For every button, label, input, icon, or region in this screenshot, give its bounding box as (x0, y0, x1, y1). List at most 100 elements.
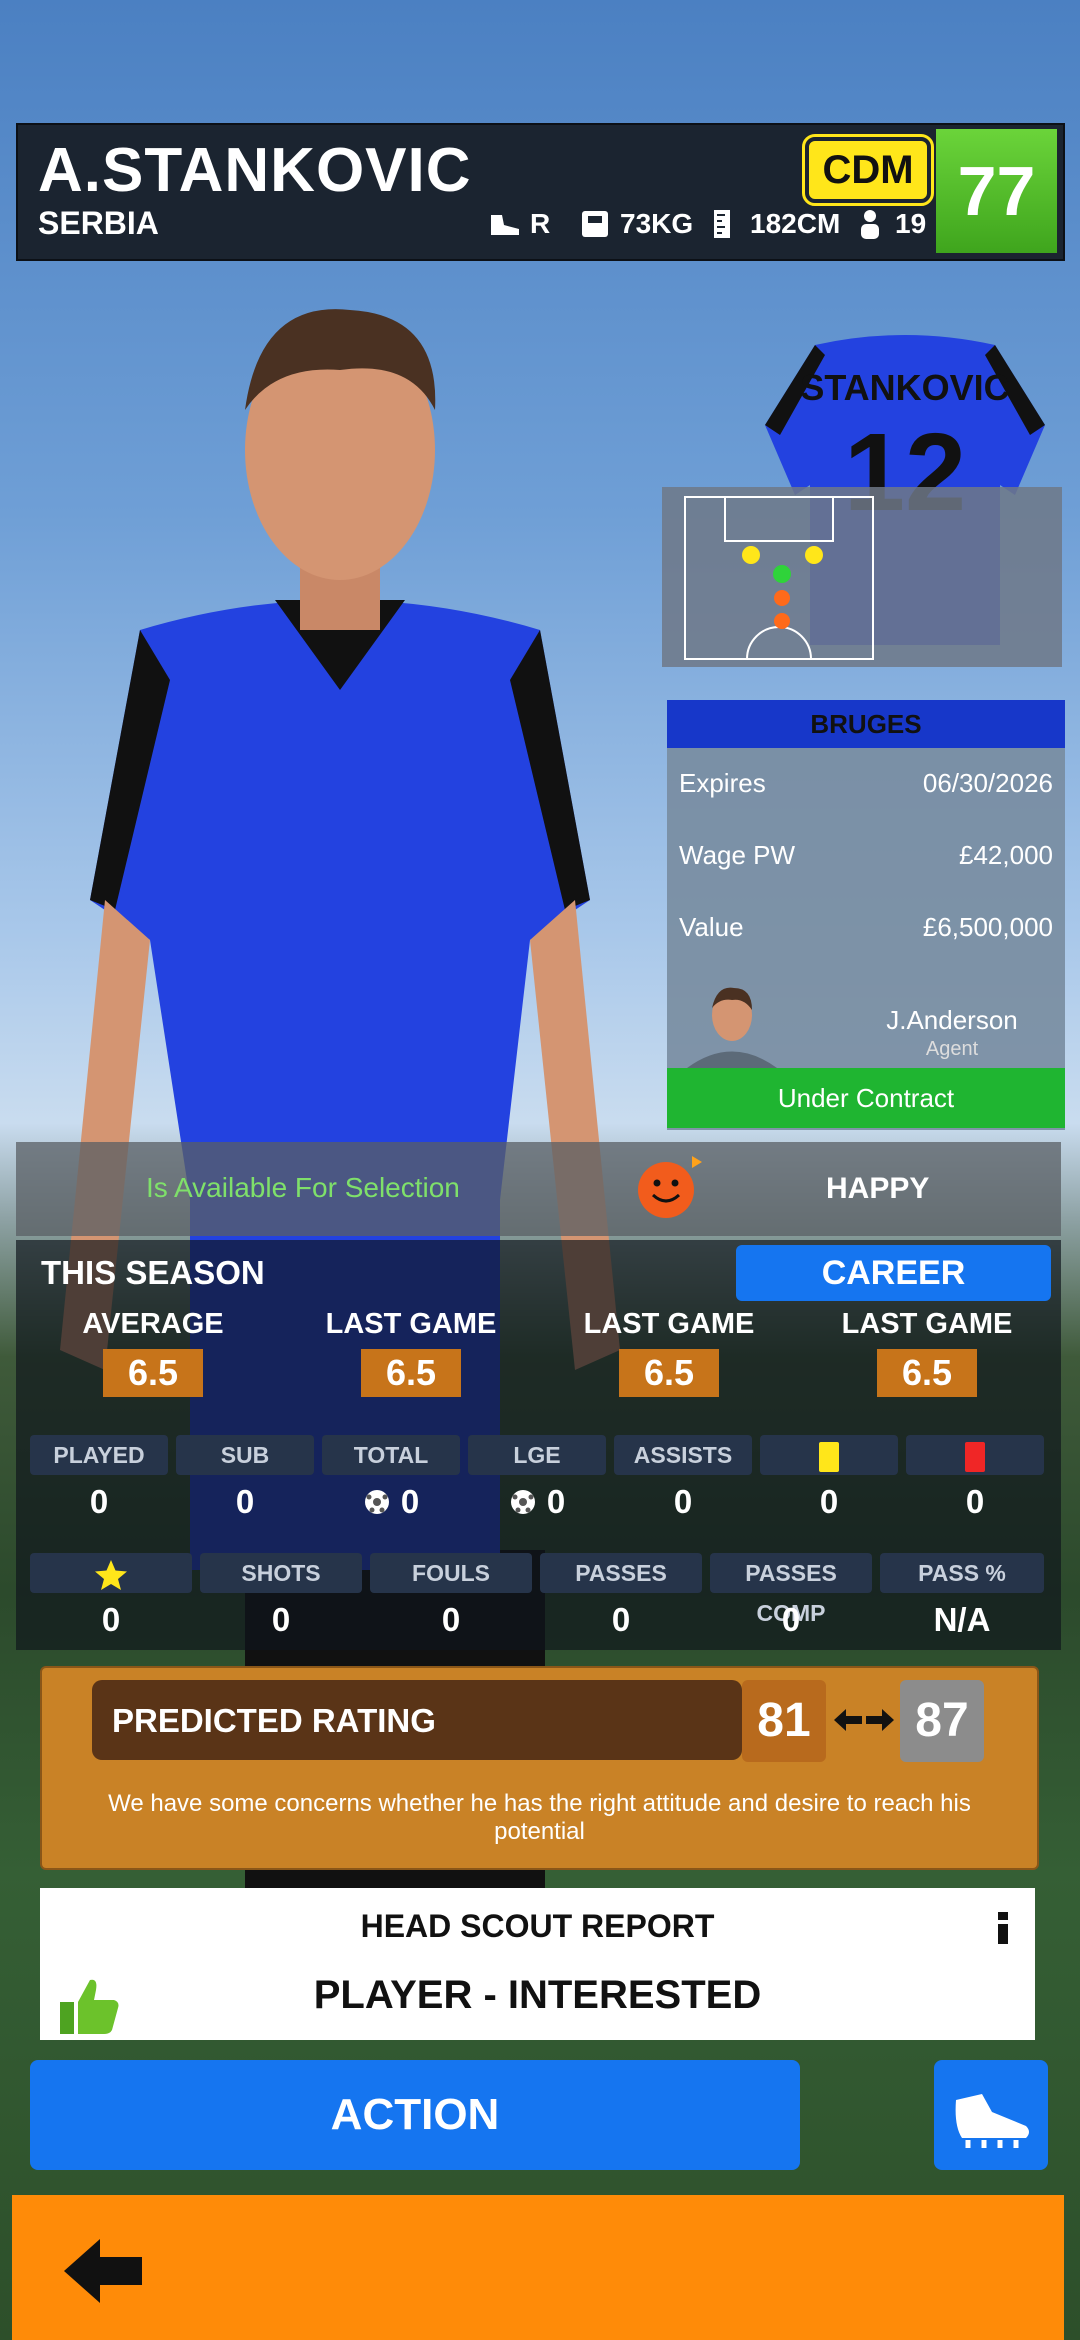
rating-value: 6.5 (361, 1349, 461, 1397)
stat-league-goals: LGE 0 (468, 1435, 606, 1527)
predicted-rating-high: 87 (900, 1680, 984, 1762)
rating-value: 6.5 (619, 1349, 719, 1397)
value-value: £6,500,000 (922, 912, 1053, 942)
stat-value: 0 (235, 1483, 255, 1520)
rating-last-game: LAST GAME 6.5 (798, 1308, 1056, 1397)
predicted-rating-low: 81 (742, 1680, 826, 1762)
stat-label: SUB (176, 1435, 314, 1475)
expires-label: Expires (679, 768, 766, 798)
football-boot-icon (955, 2094, 1029, 2148)
age-info: 19 (853, 207, 926, 241)
rating-average: AVERAGE 6.5 (24, 1308, 282, 1397)
player-name: A.STANKOVIC (38, 136, 472, 205)
stat-star-rating: 0 (30, 1553, 192, 1645)
star-icon (95, 1559, 127, 1590)
mood-label: HAPPY (826, 1172, 930, 1205)
scout-report-title: HEAD SCOUT REPORT (360, 1908, 715, 1944)
stat-value: 0 (965, 1483, 985, 1520)
player-header: A.STANKOVIC SERBIA R 73KG 182CM 19 CDM 7… (16, 123, 1065, 261)
rating-value: 6.5 (877, 1349, 977, 1397)
weight-info: 73KG (578, 207, 693, 241)
position-dot-yellow (805, 546, 823, 564)
stat-label: PASS % (880, 1553, 1044, 1593)
rating-label: LAST GAME (583, 1308, 755, 1340)
stat-value: 0 (89, 1483, 109, 1520)
season-title: THIS SEASON (41, 1254, 265, 1291)
height-value: 182CM (750, 208, 841, 239)
stat-value: 0 (673, 1483, 693, 1520)
rating-value: 6.5 (103, 1349, 203, 1397)
contract-wage-row: Wage PW £42,000 (679, 840, 1053, 871)
weight-value: 73KG (620, 208, 694, 239)
stat-value: 0 (400, 1483, 420, 1520)
boot-icon (491, 215, 519, 235)
contract-card[interactable]: BRUGES Expires 06/30/2026 Wage PW £42,00… (667, 700, 1065, 1130)
rating-label: LAST GAME (841, 1308, 1013, 1340)
season-stats-panel: THIS SEASON CAREER AVERAGE 6.5 LAST GAME… (16, 1240, 1061, 1650)
position-dot-yellow (742, 546, 760, 564)
info-icon[interactable] (995, 1910, 1011, 1946)
rating-label: AVERAGE (82, 1308, 224, 1340)
position-dot-orange (774, 613, 790, 629)
stat-label: SHOTS (200, 1553, 362, 1593)
position-dot-green (773, 565, 791, 583)
stat-passes-completed: PASSES COMP 0 (710, 1553, 872, 1645)
back-arrow-icon[interactable] (62, 2235, 148, 2307)
contract-value-row: Value £6,500,000 (679, 912, 1053, 943)
position-badge: CDM (802, 134, 934, 206)
stat-pass-percent: PASS % N/A (880, 1553, 1044, 1645)
stat-value: 0 (781, 1601, 801, 1638)
rating-last-game: LAST GAME 6.5 (540, 1308, 798, 1397)
player-nation: SERBIA (38, 205, 159, 241)
boots-button[interactable] (934, 2060, 1048, 2170)
availability-bar: Is Available For Selection HAPPY (16, 1142, 1061, 1236)
stat-played: PLAYED 0 (30, 1435, 168, 1527)
football-icon (510, 1490, 535, 1514)
predicted-rating-panel: PREDICTED RATING 81 87 We have some conc… (40, 1666, 1039, 1870)
agent-name: J.Anderson (886, 1005, 1018, 1035)
stat-fouls: FOULS 0 (370, 1553, 532, 1645)
foot-value: R (530, 208, 551, 239)
wage-label: Wage PW (679, 840, 796, 870)
stat-value: 0 (101, 1601, 121, 1638)
stat-label: LGE (468, 1435, 606, 1475)
yellow-card-icon (819, 1441, 839, 1472)
scale-icon (582, 211, 608, 237)
stat-passes: PASSES 0 (540, 1553, 702, 1645)
red-card-icon (965, 1441, 985, 1472)
stat-label: ASSISTS (614, 1435, 752, 1475)
action-button[interactable]: ACTION (30, 2060, 800, 2170)
height-info: 182CM (708, 207, 840, 241)
happy-face-icon (638, 1156, 702, 1218)
rating-last-game: LAST GAME 6.5 (282, 1308, 540, 1397)
expires-value: 06/30/2026 (922, 768, 1053, 798)
stat-label: PLAYED (30, 1435, 168, 1475)
person-icon (861, 210, 879, 239)
football-icon (364, 1490, 389, 1514)
predicted-rating-note: We have some concerns whether he has the… (108, 1790, 971, 1845)
stat-value: 0 (611, 1601, 631, 1638)
predicted-rating-title: PREDICTED RATING (112, 1702, 436, 1739)
availability-text: Is Available For Selection (146, 1172, 460, 1203)
stat-value: 0 (546, 1483, 566, 1520)
wage-value: £42,000 (959, 840, 1053, 870)
stat-sub: SUB 0 (176, 1435, 314, 1527)
age-value: 19 (895, 208, 927, 239)
stat-red-cards: 0 (906, 1435, 1044, 1527)
position-pitch-map (662, 487, 1062, 667)
stat-label: PASSES (540, 1553, 702, 1593)
scout-report-card[interactable]: HEAD SCOUT REPORT PLAYER - INTERESTED (40, 1888, 1035, 2040)
stat-shots: SHOTS 0 (200, 1553, 362, 1645)
agent-role: Agent (925, 1038, 979, 1060)
stat-yellow-cards: 0 (760, 1435, 898, 1527)
rating-label: LAST GAME (325, 1308, 497, 1340)
career-button[interactable]: CAREER (736, 1245, 1051, 1301)
position-dot-orange (774, 590, 790, 606)
contract-expires-row: Expires 06/30/2026 (679, 768, 1053, 799)
height-ruler-icon (714, 210, 730, 238)
agent-avatar (687, 987, 777, 1068)
stat-label: TOTAL (322, 1435, 460, 1475)
range-arrows-icon (834, 1709, 894, 1731)
predicted-rating-bar: PREDICTED RATING (92, 1680, 742, 1760)
stat-value: 0 (441, 1601, 461, 1638)
